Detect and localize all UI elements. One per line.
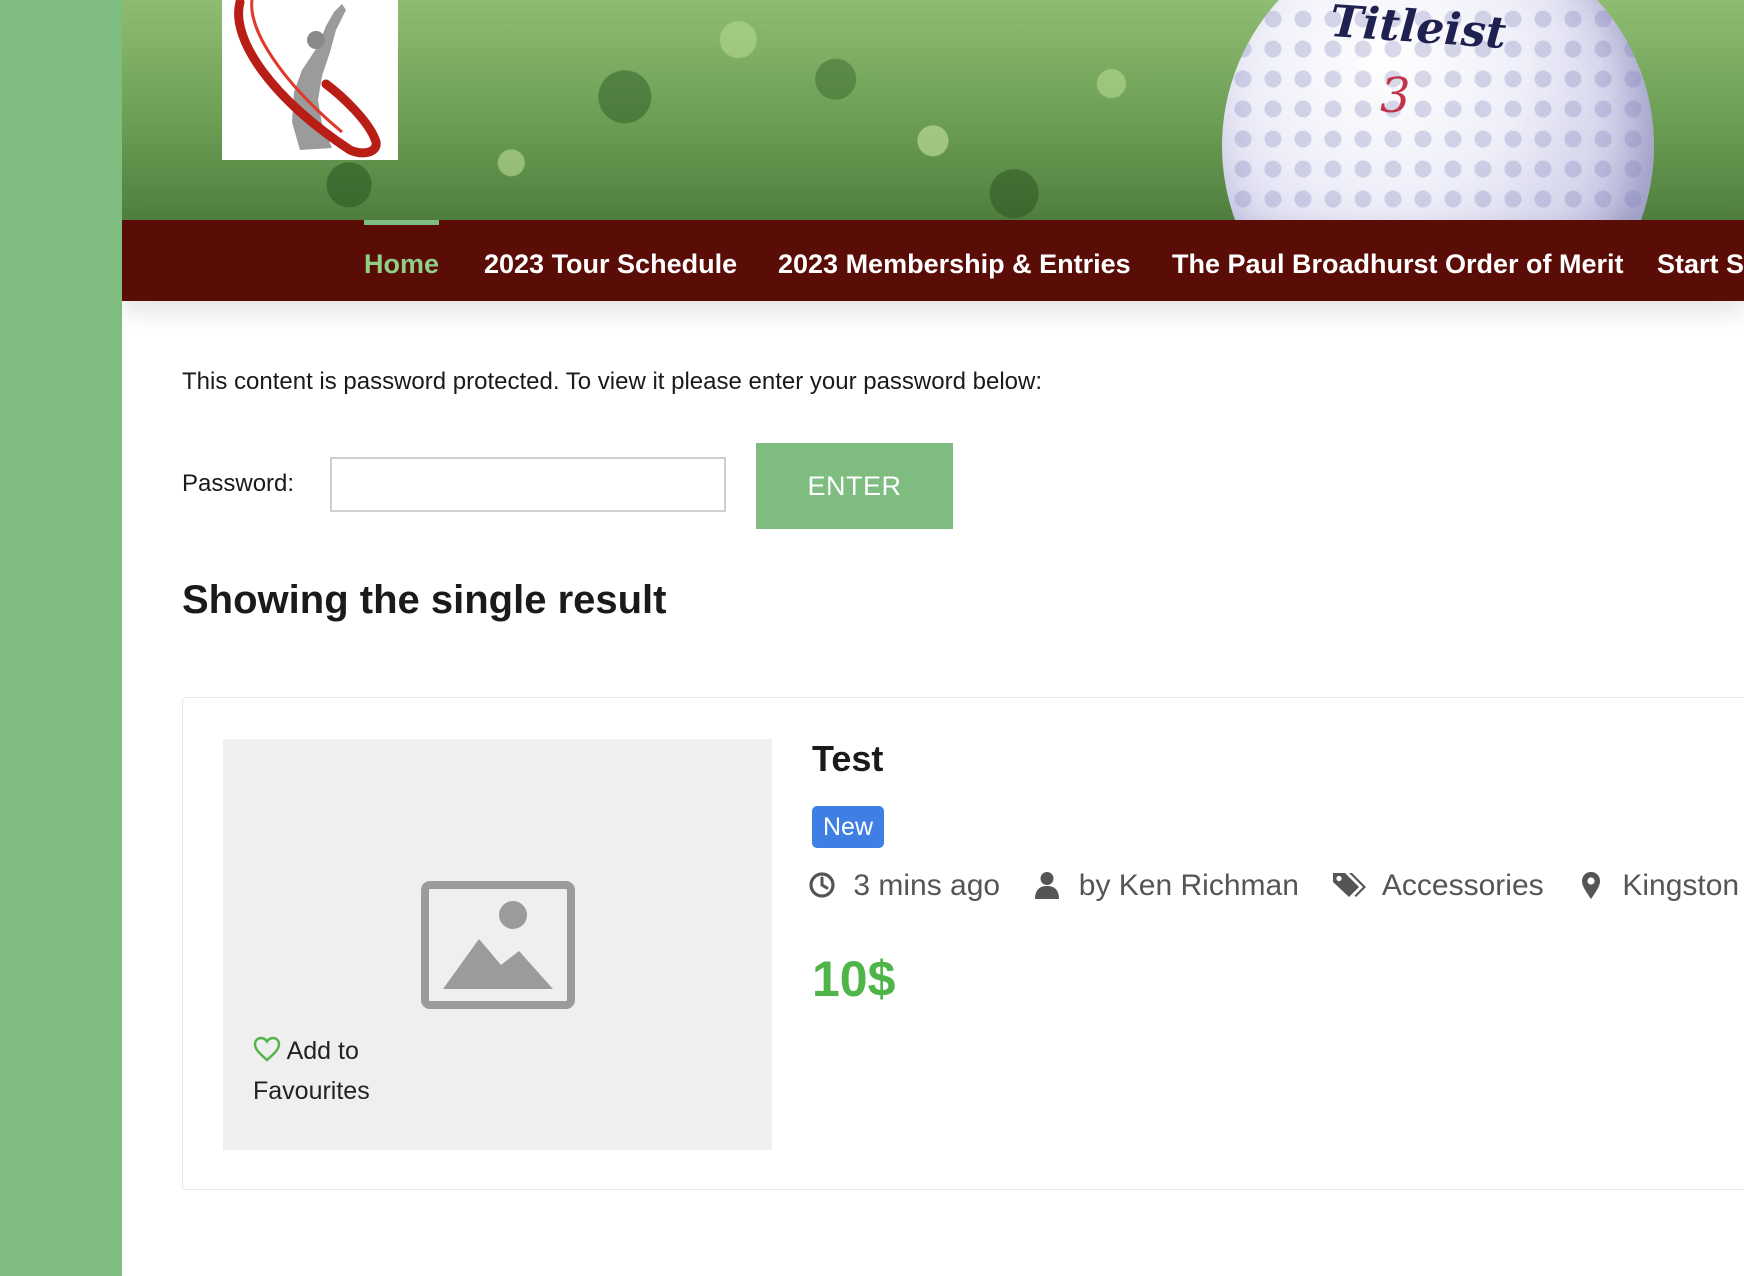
map-pin-icon: [1581, 872, 1600, 900]
listing-location: Kingston: [1576, 869, 1739, 903]
listing-card: Add to Favourites Test New 3 mins ago by…: [182, 697, 1744, 1190]
listing-title[interactable]: Test: [812, 738, 883, 780]
ball-number-text: 3: [1380, 68, 1411, 124]
page: Titleist 3 Home 2023 Tour Schedule 2023 …: [122, 0, 1744, 1276]
enter-button[interactable]: ENTER: [756, 443, 953, 529]
user-icon: [1035, 872, 1060, 900]
nav-item-order-of-merit[interactable]: The Paul Broadhurst Order of Merit: [1172, 220, 1624, 301]
listing-price: 10$: [812, 951, 896, 1007]
image-placeholder-icon: [421, 881, 575, 1009]
new-badge: New: [812, 806, 885, 848]
site-logo[interactable]: [222, 0, 398, 160]
password-input[interactable]: [330, 457, 726, 512]
listing-category: Accessories: [1331, 869, 1544, 903]
listing-author: by Ken Richman: [1032, 869, 1299, 903]
listing-category-text[interactable]: Accessories: [1382, 869, 1544, 902]
listing-location-text[interactable]: Kingston: [1622, 869, 1739, 902]
nav-item-tour-schedule[interactable]: 2023 Tour Schedule: [484, 220, 737, 301]
listing-time-text: 3 mins ago: [853, 869, 1001, 903]
tags-icon: [1333, 873, 1367, 898]
nav-item-home[interactable]: Home: [364, 220, 440, 301]
golfer-logo-icon: [234, 0, 381, 158]
password-label: Password:: [182, 470, 295, 497]
header-banner: Titleist 3: [122, 0, 1744, 220]
nav-item-start[interactable]: Start S: [1657, 220, 1744, 301]
add-to-favourites-link[interactable]: Add to Favourites: [253, 1031, 453, 1111]
nav-item-membership-entries[interactable]: 2023 Membership & Entries: [778, 220, 1131, 301]
password-protected-message: This content is password protected. To v…: [182, 368, 1042, 395]
listing-time: 3 mins ago: [807, 869, 1000, 903]
heart-icon: [253, 1036, 281, 1062]
listing-thumbnail[interactable]: Add to Favourites: [223, 739, 772, 1150]
main-nav: Home 2023 Tour Schedule 2023 Membership …: [122, 220, 1744, 301]
clock-icon: [809, 872, 835, 898]
results-heading: Showing the single result: [182, 578, 667, 622]
listing-meta: 3 mins ago by Ken Richman Accessories Ki…: [807, 868, 1744, 903]
listing-author-text[interactable]: by Ken Richman: [1079, 869, 1299, 902]
